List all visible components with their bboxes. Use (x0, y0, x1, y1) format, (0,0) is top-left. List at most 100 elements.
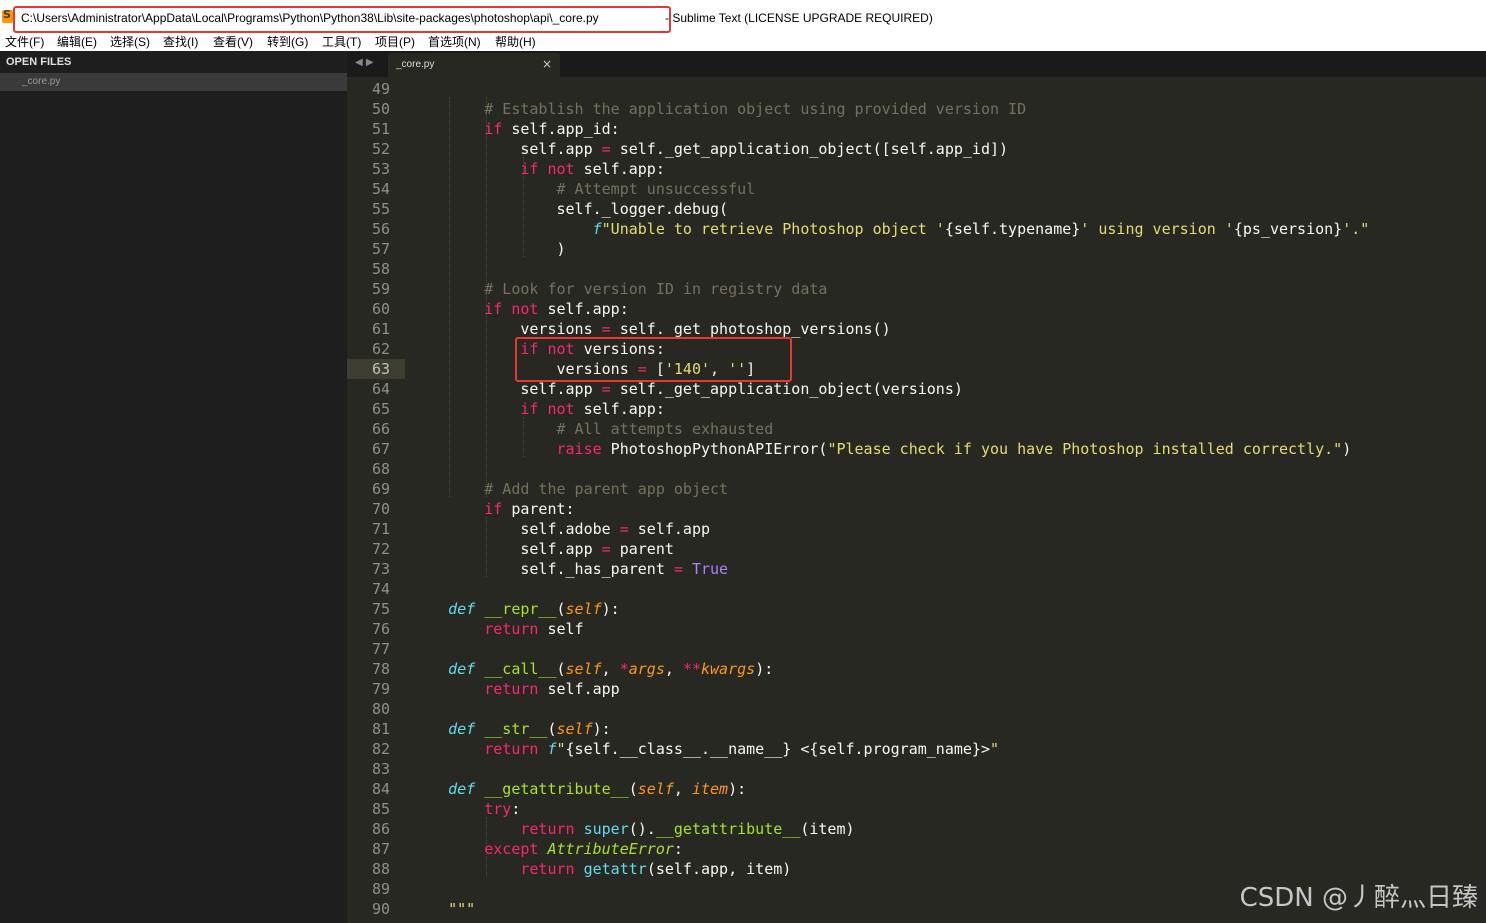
line-number: 71 (371, 520, 390, 538)
code-line: try: (484, 800, 521, 818)
line-number: 72 (371, 540, 390, 558)
line-number: 79 (371, 680, 390, 698)
close-icon[interactable]: × (542, 57, 552, 71)
code-line: ) (412, 240, 566, 258)
code-line: def __getattribute__(self, item): (448, 780, 747, 798)
menu-view[interactable]: 查看(V) (213, 33, 253, 50)
menu-project[interactable]: 项目(P) (375, 33, 415, 50)
code-line: def __repr__(self): (448, 600, 620, 618)
line-number: 62 (371, 340, 390, 358)
code-line: # Establish the application object using… (484, 100, 1027, 118)
code-line: except AttributeError: (484, 840, 683, 858)
line-number: 80 (371, 700, 390, 718)
code-line: versions = self._get_photoshop_versions(… (412, 320, 891, 338)
line-number: 69 (371, 480, 390, 498)
code-line: # Add the parent app object (484, 480, 729, 498)
code-line: if not self.app: (520, 160, 665, 178)
tab-bar: ◀ ▶ _core.py × (347, 51, 1486, 77)
tab-label: _core.py (396, 59, 435, 70)
code-line: if parent: (484, 500, 575, 518)
line-number: 70 (371, 500, 390, 518)
code-line: def __call__(self, *args, **kwargs): (448, 660, 774, 678)
line-number: 88 (371, 860, 390, 878)
menu-edit[interactable]: 编辑(E) (57, 33, 97, 50)
line-number: 87 (371, 840, 390, 858)
line-number: 49 (371, 80, 390, 98)
line-number: 84 (371, 780, 390, 798)
line-number: 56 (371, 220, 390, 238)
code-line: raise PhotoshopPythonAPIError("Please ch… (556, 440, 1352, 458)
line-number: 78 (371, 660, 390, 678)
line-number: 64 (371, 380, 390, 398)
watermark: CSDN @丿醉灬日臻 (1239, 883, 1478, 913)
menu-find[interactable]: 查找(I) (163, 33, 198, 50)
code-editor[interactable]: 49 50 51 52 53 54 55 56 57 58 59 60 61 6… (347, 77, 1486, 923)
line-number: 76 (371, 620, 390, 638)
line-number: 81 (371, 720, 390, 738)
line-number: 58 (371, 260, 390, 278)
sidebar-file-item[interactable]: _core.py (0, 73, 347, 91)
line-number: 54 (371, 180, 390, 198)
line-number: 85 (371, 800, 390, 818)
code-line: """ (448, 900, 476, 918)
code-line: # Attempt unsuccessful (556, 180, 756, 198)
line-number: 82 (371, 740, 390, 758)
line-number: 51 (371, 120, 390, 138)
code-line: return f"{self.__class__.__name__} <{sel… (484, 740, 1000, 758)
code-line: # All attempts exhausted (556, 420, 774, 438)
menu-selection[interactable]: 选择(S) (110, 33, 150, 50)
sublime-text-icon (2, 8, 13, 23)
code-line: return self.app (484, 680, 620, 698)
menu-preferences[interactable]: 首选项(N) (428, 33, 481, 50)
code-line: self.adobe = self.app (412, 520, 711, 538)
sidebar: OPEN FILES _core.py (0, 51, 347, 923)
code-line: f"Unable to retrieve Photoshop object '{… (592, 220, 1370, 238)
menu-tools[interactable]: 工具(T) (322, 33, 361, 50)
line-number: 53 (371, 160, 390, 178)
tab-core-py[interactable]: _core.py × (388, 53, 560, 77)
line-number: 66 (371, 420, 390, 438)
open-files-header: OPEN FILES (6, 56, 72, 68)
menu-goto[interactable]: 转到(G) (267, 33, 308, 50)
line-number: 59 (371, 280, 390, 298)
line-number: 90 (371, 900, 390, 918)
line-number: 52 (371, 140, 390, 158)
menu-bar: 文件(F) 编辑(E) 选择(S) 查找(I) 查看(V) 转到(G) 工具(T… (0, 33, 1486, 51)
line-number: 50 (371, 100, 390, 118)
menu-file[interactable]: 文件(F) (5, 33, 44, 50)
line-number: 73 (371, 560, 390, 578)
code-line: if not self.app: (484, 300, 629, 318)
line-number: 86 (371, 820, 390, 838)
line-number: 65 (371, 400, 390, 418)
code-line: return super().__getattribute__(item) (520, 820, 855, 838)
code-line: return self (484, 620, 584, 638)
line-number: 89 (371, 880, 390, 898)
line-number: 68 (371, 460, 390, 478)
code-line: def __str__(self): (448, 720, 611, 738)
line-number: 77 (371, 640, 390, 658)
line-number: 74 (371, 580, 390, 598)
sidebar-file-label: _core.py (22, 76, 61, 87)
path-highlight-box (13, 6, 671, 33)
line-number: 67 (371, 440, 390, 458)
tab-scroll-arrows-icon[interactable]: ◀ ▶ (355, 57, 374, 68)
code-highlight-box (515, 337, 792, 382)
code-line: self.app = parent (412, 540, 674, 558)
window-title-suffix: - Sublime Text (LICENSE UPGRADE REQUIRED… (665, 11, 933, 25)
code-line: self.app = self._get_application_object(… (412, 380, 963, 398)
line-number: 75 (371, 600, 390, 618)
code-line: self._has_parent = True (412, 560, 729, 578)
code-line: self.app = self._get_application_object(… (412, 140, 1009, 158)
code-line: self._logger.debug( (412, 200, 729, 218)
code-line: return getattr(self.app, item) (520, 860, 792, 878)
line-number: 57 (371, 240, 390, 258)
code-line: if not self.app: (520, 400, 665, 418)
line-number: 83 (371, 760, 390, 778)
line-number: 55 (371, 200, 390, 218)
line-number: 61 (371, 320, 390, 338)
line-number: 60 (371, 300, 390, 318)
menu-help[interactable]: 帮助(H) (495, 33, 536, 50)
line-number-current: 63 (347, 359, 405, 379)
code-line: # Look for version ID in registry data (484, 280, 828, 298)
title-bar: C:\Users\Administrator\AppData\Local\Pro… (0, 0, 1486, 33)
